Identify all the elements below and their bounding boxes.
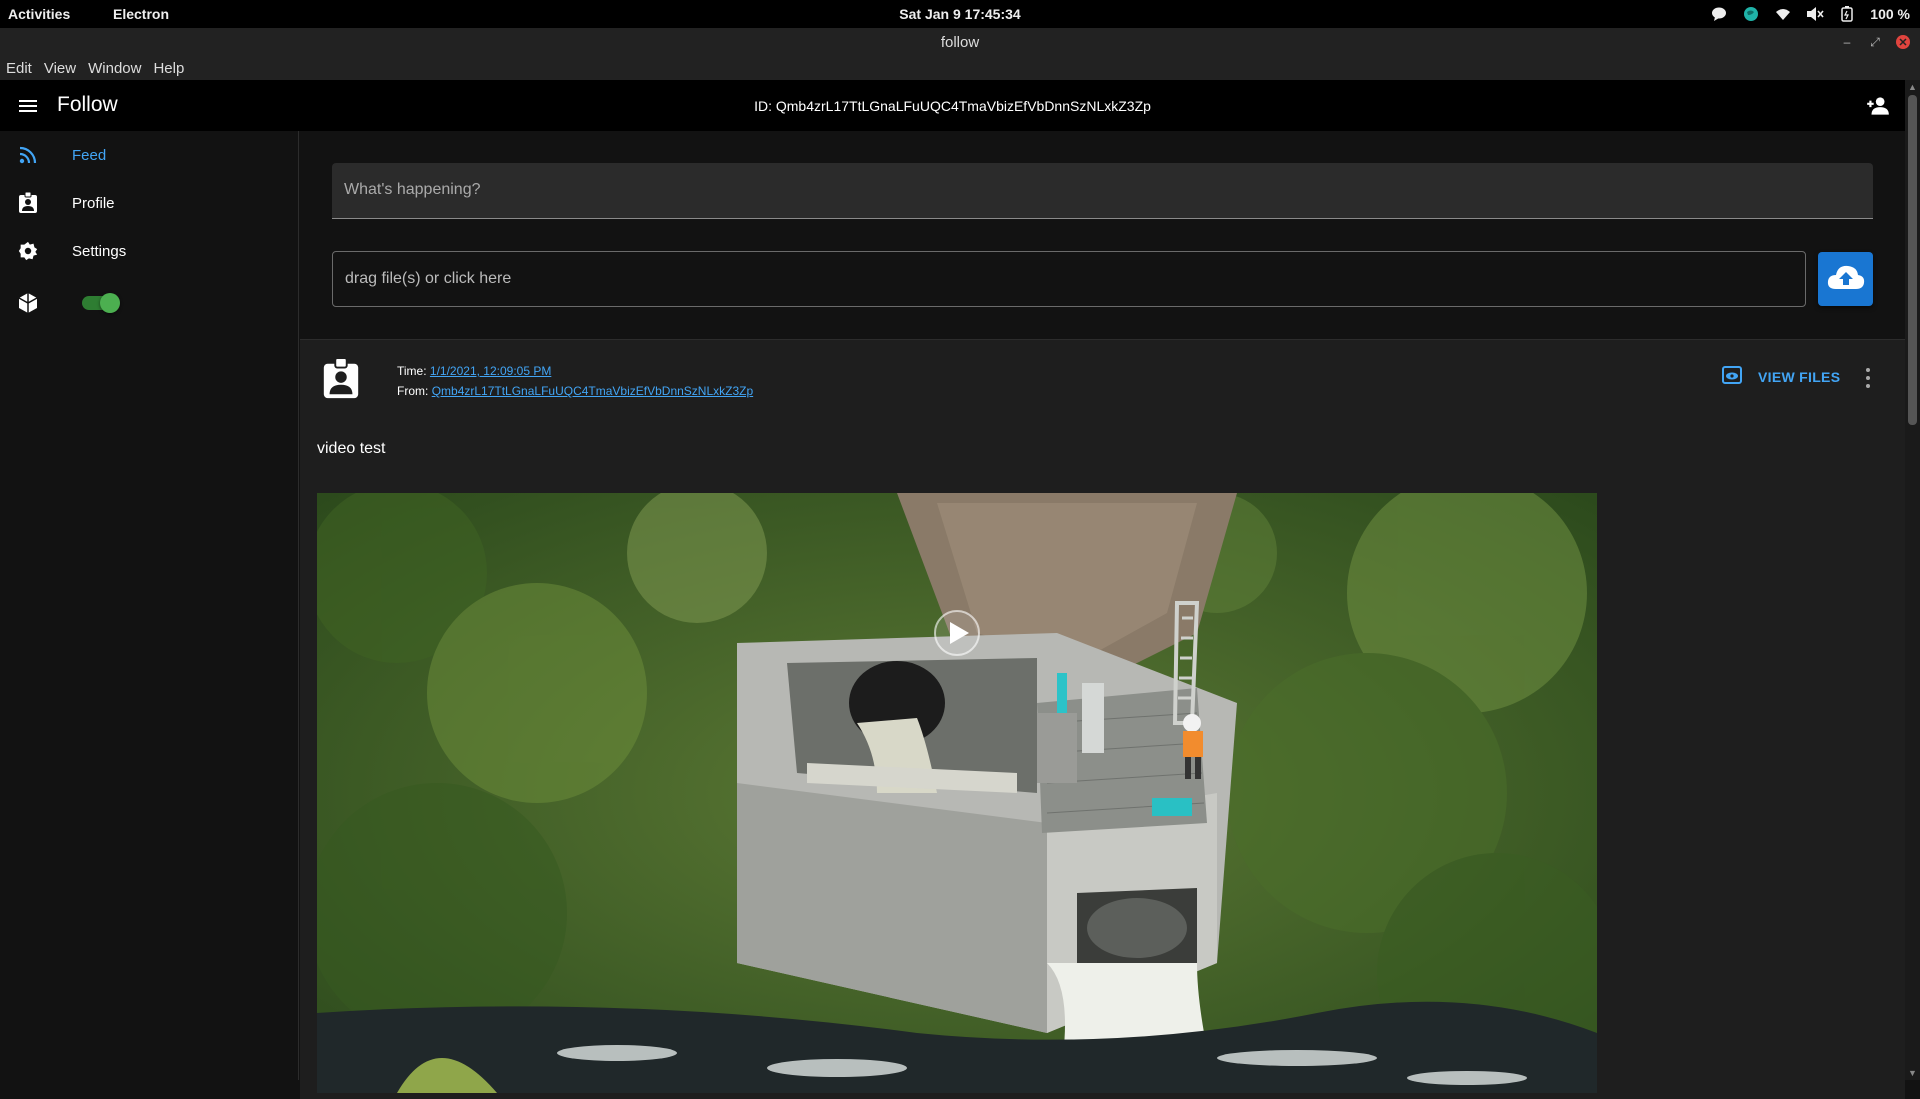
maximize-icon[interactable]: ⤢ bbox=[1868, 35, 1882, 49]
globe-icon[interactable] bbox=[1742, 5, 1760, 23]
close-icon[interactable]: ✕ bbox=[1896, 35, 1910, 49]
ipfs-cube-icon bbox=[16, 291, 40, 315]
app-menu-name[interactable]: Electron bbox=[113, 6, 169, 22]
minimize-icon[interactable]: – bbox=[1840, 35, 1854, 49]
peer-id: ID: Qmb4zrL17TtLGnaLFuUQC4TmaVbizEfVbDnn… bbox=[754, 98, 1151, 114]
post-text: video test bbox=[317, 440, 386, 457]
window-title-bar[interactable]: follow – ⤢ ✕ bbox=[0, 28, 1920, 56]
post-input[interactable]: What's happening? bbox=[332, 163, 1873, 219]
system-tray[interactable]: 100 % bbox=[1710, 5, 1910, 23]
cloud-upload-icon bbox=[1826, 263, 1866, 296]
scroll-up-icon[interactable]: ▲ bbox=[1908, 82, 1917, 92]
time-label: Time: bbox=[397, 364, 427, 378]
view-files-label: VIEW FILES bbox=[1758, 368, 1841, 385]
post-meta: Time: 1/1/2021, 12:09:05 PM From: Qmb4zr… bbox=[397, 361, 753, 401]
system-top-bar: Activities Electron Sat Jan 9 17:45:34 1… bbox=[0, 0, 1920, 28]
volume-muted-icon[interactable] bbox=[1806, 5, 1824, 23]
activities-button[interactable]: Activities bbox=[8, 6, 70, 22]
sidebar: Feed Profile Settings bbox=[0, 131, 299, 1080]
node-toggle-switch[interactable] bbox=[82, 293, 120, 313]
sidebar-item-label: Profile bbox=[72, 194, 115, 212]
author-avatar-icon[interactable] bbox=[320, 357, 362, 400]
eye-icon bbox=[1722, 366, 1742, 387]
gear-icon bbox=[16, 239, 40, 263]
sidebar-item-label: Settings bbox=[72, 242, 127, 260]
menu-view[interactable]: View bbox=[44, 60, 76, 77]
sidebar-item-profile[interactable]: Profile bbox=[0, 179, 298, 227]
upload-button[interactable] bbox=[1818, 252, 1873, 306]
from-label: From: bbox=[397, 384, 429, 398]
sidebar-item-node-toggle bbox=[0, 279, 298, 327]
scroll-down-icon[interactable]: ▼ bbox=[1908, 1068, 1917, 1078]
scrollbar[interactable]: ▲ ▼ bbox=[1905, 80, 1920, 1080]
menu-help[interactable]: Help bbox=[153, 60, 184, 77]
post-author-link[interactable]: Qmb4zrL17TtLGnaLFuUQC4TmaVbizEfVbDnnSzNL… bbox=[432, 384, 753, 398]
play-icon bbox=[934, 610, 980, 656]
clock[interactable]: Sat Jan 9 17:45:34 bbox=[0, 6, 1920, 22]
toggle-knob bbox=[100, 293, 120, 313]
view-files-button[interactable]: VIEW FILES bbox=[1722, 366, 1840, 387]
rss-feed-icon bbox=[16, 143, 40, 167]
post-card: Time: 1/1/2021, 12:09:05 PM From: Qmb4zr… bbox=[300, 339, 1905, 1099]
battery-percentage[interactable]: 100 % bbox=[1870, 6, 1910, 22]
chat-icon[interactable] bbox=[1710, 5, 1728, 23]
more-options-icon[interactable] bbox=[1860, 368, 1876, 388]
battery-icon[interactable] bbox=[1838, 5, 1856, 23]
menu-window[interactable]: Window bbox=[88, 60, 141, 77]
file-drop-input[interactable]: drag file(s) or click here bbox=[332, 251, 1806, 307]
profile-badge-icon bbox=[16, 191, 40, 215]
sidebar-item-feed[interactable]: Feed bbox=[0, 131, 298, 179]
add-person-icon[interactable] bbox=[1865, 93, 1891, 119]
main-content: What's happening? drag file(s) or click … bbox=[300, 131, 1905, 1099]
menu-bar: Edit View Window Help bbox=[0, 56, 1920, 80]
sidebar-item-settings[interactable]: Settings bbox=[0, 227, 298, 275]
wifi-icon[interactable] bbox=[1774, 5, 1792, 23]
app-bar: Follow ID: Qmb4zrL17TtLGnaLFuUQC4TmaVbiz… bbox=[0, 80, 1905, 131]
window-title: follow bbox=[940, 33, 980, 51]
sidebar-item-label: Feed bbox=[72, 146, 107, 164]
menu-edit[interactable]: Edit bbox=[6, 60, 32, 77]
post-video[interactable] bbox=[317, 493, 1597, 1093]
scrollbar-thumb[interactable] bbox=[1908, 95, 1917, 425]
post-time-link[interactable]: 1/1/2021, 12:09:05 PM bbox=[430, 364, 551, 378]
